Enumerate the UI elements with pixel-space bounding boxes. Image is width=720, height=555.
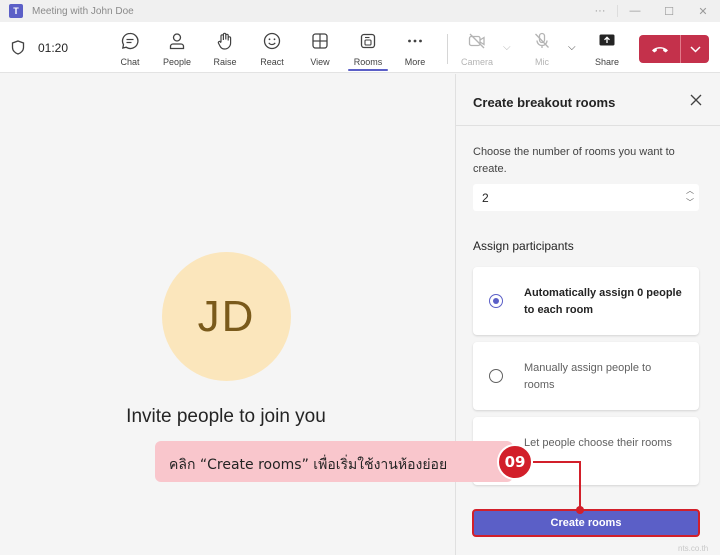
instruction-text: คลิก “Create rooms” เพื่อเริ่มใช้งานห้อง… [169,457,448,473]
option-auto-assign-label: Automatically assign 0 people to each ro… [524,287,682,316]
watermark: nts.co.th [678,544,709,553]
grid-view-icon [312,33,328,49]
mic-off-icon [535,32,549,48]
share-icon [599,34,615,46]
meeting-stage: JD Invite people to join you [0,74,455,555]
window-controls: ··· — ☐ ✕ [583,0,720,22]
window-title-bar: T Meeting with John Doe ··· — ☐ ✕ [0,0,720,22]
people-label: People [162,57,192,67]
raise-hand-button[interactable]: Raise [203,31,247,69]
rooms-button[interactable]: Rooms [346,31,390,69]
rooms-active-indicator [348,69,388,71]
chat-icon [121,32,139,50]
minimize-icon[interactable]: — [618,0,652,22]
breakout-rooms-panel: Create breakout rooms Choose the number … [455,74,720,555]
close-icon[interactable] [689,93,703,107]
share-button[interactable]: Share [585,31,629,69]
raise-hand-icon [217,32,232,50]
close-window-icon[interactable]: ✕ [686,0,720,22]
leave-call-button[interactable] [639,35,681,63]
mic-button[interactable]: Mic [520,31,564,69]
raise-label: Raise [213,57,237,67]
create-rooms-button[interactable]: Create rooms [472,509,700,537]
option-auto-assign[interactable]: Automatically assign 0 people to each ro… [473,267,699,335]
more-label: More [404,57,426,67]
step-number-badge: 09 [497,444,533,480]
teams-icon: T [9,4,23,18]
camera-options-chevron-icon[interactable]: ⌵ [503,42,511,53]
rooms-count-stepper[interactable]: ︿ ﹀ [684,186,696,208]
chevron-down-icon [689,45,701,53]
people-button[interactable]: People [155,31,199,69]
more-button[interactable]: More [393,31,437,69]
panel-header: Create breakout rooms [456,74,720,126]
rooms-count-prompt: Choose the number of rooms you want to c… [473,146,675,175]
chat-label: Chat [120,57,140,67]
shield-icon [11,40,25,55]
meeting-timer: 01:20 [38,41,69,55]
window-more-icon[interactable]: ··· [583,0,617,22]
radio-manual-assign[interactable] [489,369,503,383]
assign-participants-label: Assign participants [473,239,574,253]
meeting-toolbar: 01:20 Chat People Raise React View Rooms… [0,22,720,73]
hang-up-icon [651,47,668,53]
leave-options-button[interactable] [681,35,709,63]
chat-button[interactable]: Chat [108,31,152,69]
react-button[interactable]: React [250,31,294,69]
people-icon [169,33,185,50]
radio-auto-assign[interactable] [489,294,503,308]
window-title: Meeting with John Doe [32,5,134,17]
panel-title: Create breakout rooms [473,95,616,110]
rooms-count-input[interactable] [473,184,699,211]
option-manual-assign-label: Manually assign people to rooms [524,362,652,391]
callout-connector-line [533,461,581,463]
callout-connector-dot [576,506,584,514]
react-label: React [260,57,284,67]
avatar: JD [162,252,291,381]
chevron-down-icon[interactable]: ﹀ [686,198,694,208]
view-label: View [310,57,330,67]
share-label: Share [594,57,620,67]
more-icon [408,39,422,43]
invite-heading: Invite people to join you [126,406,326,427]
smiley-icon [263,32,281,50]
view-button[interactable]: View [298,31,342,69]
rooms-label: Rooms [353,57,383,67]
breakout-rooms-icon [360,33,376,49]
mic-label: Mic [535,57,549,67]
mic-options-chevron-icon[interactable]: ⌵ [568,42,576,53]
maximize-icon[interactable]: ☐ [652,0,686,22]
camera-off-icon [468,33,485,49]
leave-button[interactable] [639,35,709,63]
callout-connector-line-vertical [579,461,581,510]
camera-label: Camera [460,57,493,67]
option-manual-assign[interactable]: Manually assign people to rooms [473,342,699,410]
instruction-callout: คลิก “Create rooms” เพื่อเริ่มใช้งานห้อง… [155,441,513,482]
toolbar-divider [447,34,448,64]
option-let-choose-label: Let people choose their rooms [524,437,672,449]
camera-button[interactable]: Camera [455,31,499,69]
chevron-up-icon[interactable]: ︿ [686,186,694,196]
